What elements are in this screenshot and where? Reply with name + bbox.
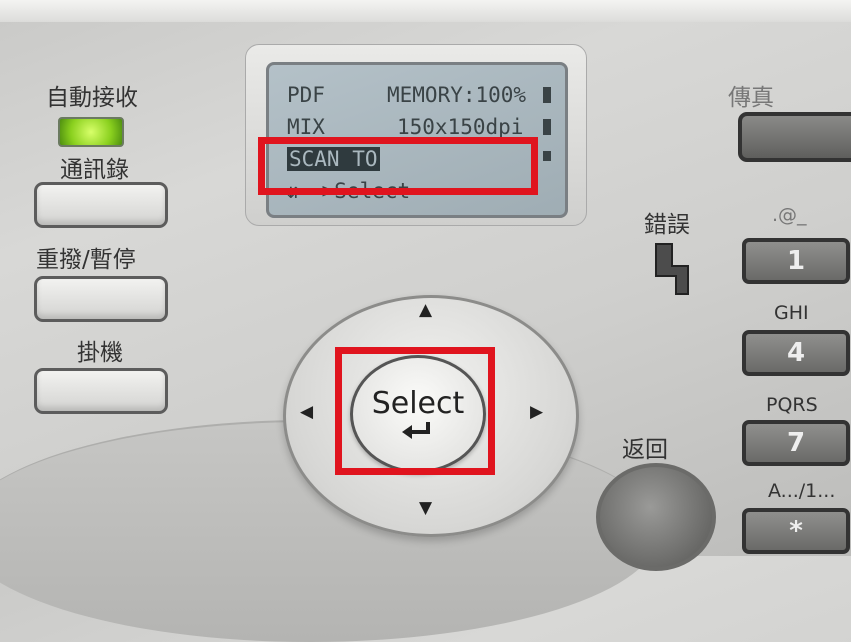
lcd-memory-status: MEMORY:100% [387, 83, 527, 107]
highlight-select-box [335, 347, 495, 475]
lcd-scrollbar-icon [543, 119, 551, 135]
key-star[interactable]: * [742, 508, 850, 554]
key-7[interactable]: 7 [742, 420, 850, 466]
hang-up-label: 掛機 [77, 340, 123, 366]
error-label: 錯誤 [644, 212, 690, 238]
left-arrow-icon[interactable]: ◀ [300, 402, 313, 422]
lcd-scroll-indicator-icon [543, 87, 551, 103]
back-label: 返回 [622, 437, 668, 463]
lcd-color-mode: MIX [287, 115, 325, 139]
auto-receive-led [58, 117, 124, 147]
highlight-scan-to-box [258, 137, 538, 195]
auto-receive-label: 自動接收 [46, 85, 138, 111]
address-book-button[interactable] [34, 182, 168, 228]
key-1-letters: .@_ [772, 204, 807, 226]
right-arrow-icon[interactable]: ▶ [530, 402, 543, 422]
lcd-scroll-down-icon [543, 151, 551, 161]
address-book-label: 通訊錄 [60, 157, 129, 183]
key-1[interactable]: 1 [742, 238, 850, 284]
lcd-resolution: 150x150dpi [397, 115, 524, 139]
panel-top-edge [0, 0, 851, 22]
key-4-letters: GHI [774, 302, 809, 324]
fax-button[interactable] [738, 112, 851, 162]
key-7-letters: PQRS [766, 394, 818, 416]
back-button[interactable] [596, 463, 716, 571]
redial-pause-label: 重撥/暫停 [36, 247, 136, 273]
error-indicator-icon [655, 243, 689, 295]
key-4[interactable]: 4 [742, 330, 850, 376]
down-arrow-icon[interactable]: ▼ [419, 498, 432, 518]
hang-up-button[interactable] [34, 368, 168, 414]
fax-label: 傳真 [728, 85, 774, 111]
lcd-file-format: PDF [287, 83, 325, 107]
up-arrow-icon[interactable]: ▲ [419, 300, 432, 320]
key-star-letters: A.../1... [768, 480, 836, 502]
redial-pause-button[interactable] [34, 276, 168, 322]
